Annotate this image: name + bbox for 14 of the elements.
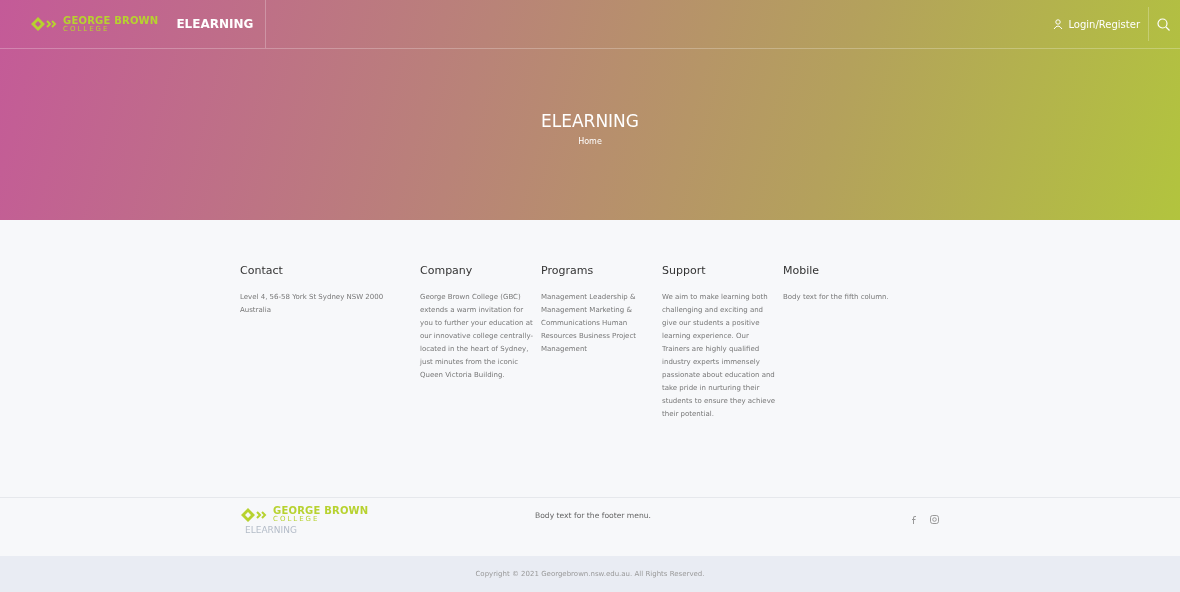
breadcrumb-link[interactable]: Home (578, 137, 602, 146)
site-title[interactable]: ELEARNING (176, 0, 267, 48)
column-heading: Contact (240, 264, 284, 277)
login-link[interactable]: Login/Register (1053, 7, 1149, 41)
facebook-icon[interactable] (911, 515, 916, 524)
page-title: ELEARNING (541, 111, 639, 131)
user-icon (1053, 19, 1064, 29)
column-heading: Company (420, 264, 474, 277)
column-heading: Mobile (783, 264, 821, 277)
column-heading: Programs (541, 264, 595, 277)
site-title: ELEARNING (245, 525, 298, 535)
search-icon[interactable] (1157, 17, 1170, 31)
column-heading: Support (662, 264, 707, 277)
instagram-icon[interactable] (930, 515, 939, 524)
